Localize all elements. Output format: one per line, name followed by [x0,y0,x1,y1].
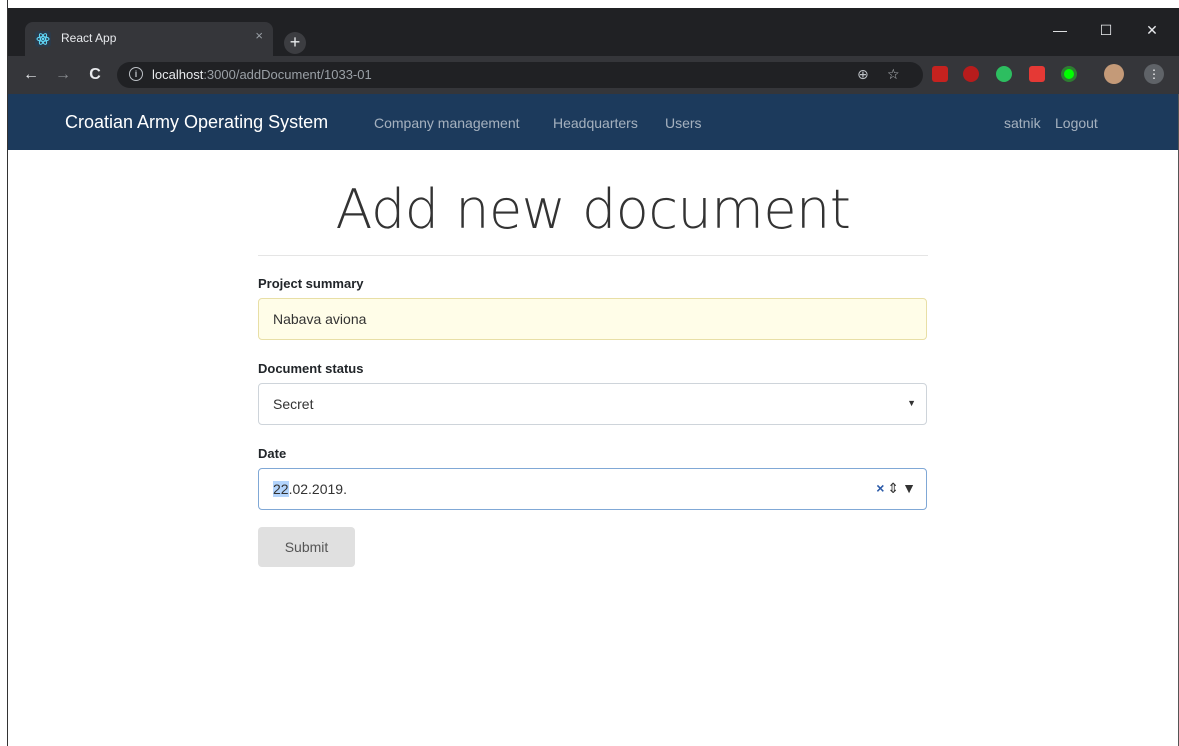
new-tab-button[interactable]: + [284,32,306,54]
submit-button[interactable]: Submit [258,527,355,567]
react-icon [35,31,51,47]
tab-title: React App [61,31,117,45]
url-text[interactable]: localhost:3000/addDocument/1033-01 [152,67,372,82]
date-input[interactable]: 22.02.2019. × ⇕ ▼ [258,468,927,510]
page-title: Add new document [335,178,851,241]
info-icon[interactable]: i [129,67,143,81]
app-navbar: Croatian Army Operating System Company m… [8,94,1179,150]
evernote-icon[interactable] [996,66,1012,82]
address-bar[interactable]: i localhost:3000/addDocument/1033-01 ⊕ ☆ [117,62,923,88]
document-status-value: Secret [273,396,314,412]
url-host: localhost [152,67,204,82]
document-status-select[interactable]: Secret ▼ [258,383,927,425]
target-icon[interactable] [1061,66,1077,82]
document-status-label: Document status [258,361,364,376]
tab-close-icon[interactable]: × [255,28,263,43]
profile-avatar[interactable] [1104,64,1124,84]
project-summary-input[interactable]: Nabava aviona [258,298,927,340]
date-controls: × ⇕ ▼ [873,480,916,497]
zoom-icon[interactable]: ⊕ [857,66,869,83]
date-rest-segment[interactable]: .02.2019. [289,481,347,497]
extension-icon[interactable] [1029,66,1045,82]
ublock-icon[interactable] [963,66,979,82]
minimize-button[interactable]: — [1037,16,1083,46]
brand-link[interactable]: Croatian Army Operating System [65,112,328,133]
gmail-icon[interactable] [932,66,948,82]
menu-icon[interactable]: ⋮ [1144,64,1164,84]
back-icon[interactable]: ← [20,64,42,86]
caret-down-icon: ▼ [907,398,916,408]
close-window-button[interactable]: ✕ [1129,16,1175,46]
maximize-button[interactable]: ☐ [1083,16,1129,46]
nav-link-user[interactable]: satnik [1004,115,1041,131]
divider [258,255,928,256]
project-summary-label: Project summary [258,276,364,291]
date-label: Date [258,446,287,461]
nav-link-users[interactable]: Users [665,115,702,131]
calendar-dropdown-icon[interactable]: ▼ [902,480,916,496]
browser-tab[interactable]: React App × [25,22,273,56]
url-path: :3000/addDocument/1033-01 [203,67,372,82]
nav-link-company-management[interactable]: Company management [374,115,520,131]
spinner-icon[interactable]: ⇕ [887,480,899,496]
browser-titlebar: React App × + — ☐ ✕ [8,8,1179,56]
logout-link[interactable]: Logout [1055,115,1098,131]
project-summary-value: Nabava aviona [273,311,367,327]
forward-icon[interactable]: → [52,64,74,86]
clear-date-icon[interactable]: × [876,480,884,496]
reload-icon[interactable]: C [84,64,106,86]
star-icon[interactable]: ☆ [887,66,900,83]
date-value: 22.02.2019. [273,481,347,497]
nav-link-headquarters[interactable]: Headquarters [553,115,638,131]
date-day-segment[interactable]: 22 [273,481,289,497]
